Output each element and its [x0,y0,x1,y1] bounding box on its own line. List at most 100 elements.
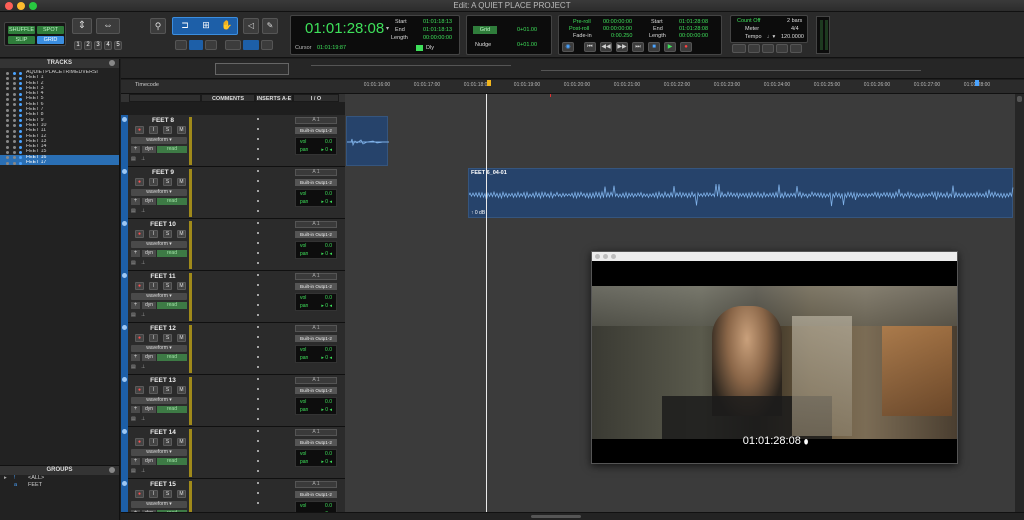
track-active-icon[interactable] [13,119,16,123]
insert-slot-d[interactable] [257,356,259,358]
insert-slot-e[interactable] [257,366,259,368]
automation-mode-selector[interactable]: read [157,198,187,205]
stop-button[interactable]: ■ [648,42,660,52]
sel-length-value[interactable]: 00:00:00:00 [423,35,452,41]
plus-icon[interactable]: + [131,354,140,361]
insert-slot-d[interactable] [257,408,259,410]
horizontal-scrollbar[interactable] [121,512,1024,520]
input-selector[interactable]: A 1 [295,221,337,228]
automation-mode-selector[interactable]: read [157,354,187,361]
groups-panel-menu-icon[interactable] [109,467,115,473]
automation-mode-selector[interactable]: read [157,146,187,153]
insert-slot-a[interactable] [257,222,259,224]
grabber-tool-button[interactable]: ✋ [218,20,236,32]
track-view-selector[interactable]: waveform ▾ [131,449,187,456]
tracks-panel-menu-icon[interactable] [109,60,115,66]
zoom-preset-1[interactable]: 1 [74,41,82,50]
track-active-icon[interactable] [13,92,16,96]
insert-slot-b[interactable] [257,440,259,442]
track-options-icon[interactable] [122,481,127,486]
plus-icon[interactable]: + [131,458,140,465]
input-monitor-button[interactable]: I [149,126,158,134]
volume-value[interactable]: 0.0 [325,399,332,405]
go-to-end-button[interactable]: ⏭ [632,42,644,52]
automation-mode-selector[interactable]: read [157,302,187,309]
plus-icon[interactable]: + [131,302,140,309]
video-window-titlebar[interactable] [592,252,957,261]
volume-pan-display[interactable]: vol 0.0 pan ▸ 0 ◂ [295,449,337,467]
mute-button[interactable]: M [177,126,186,134]
pan-value[interactable]: ▸ 0 ◂ [321,147,332,153]
track-visibility-icon[interactable] [6,113,9,117]
group-item-all[interactable]: ▸ ! <ALL> [0,475,119,482]
track-options-icon[interactable] [122,221,127,226]
track-active-icon[interactable] [13,161,16,165]
dyn-button[interactable]: dyn [142,406,156,413]
pan-value[interactable]: ▸ 0 ◂ [321,355,332,361]
track-view-selector[interactable]: waveform ▾ [131,241,187,248]
mute-button[interactable]: M [177,490,186,498]
rewind-button[interactable]: ◀◀ [600,42,612,52]
automation-mode-selector[interactable]: read [157,250,187,257]
mute-button[interactable]: M [177,178,186,186]
playlist-icon[interactable]: ▤ [131,312,136,318]
track-name[interactable]: FEET 13 [135,377,191,385]
grid-value[interactable]: 0+01.00 [517,27,537,33]
track-visibility-icon[interactable] [6,87,9,91]
track-header[interactable]: FEET 14 ● I S M waveform ▾ + dyn read ▤ … [121,427,345,479]
video-close-button[interactable] [595,254,600,259]
track-visibility-icon[interactable] [6,71,9,75]
insert-slot-c[interactable] [257,346,259,348]
insert-slot-e[interactable] [257,210,259,212]
mute-button[interactable]: M [177,230,186,238]
insert-slot-a[interactable] [257,378,259,380]
mute-button[interactable]: M [177,334,186,342]
transport-end-value[interactable]: 01:01:28:08 [679,26,708,32]
track-active-icon[interactable] [13,145,16,149]
record-enable-button[interactable]: ● [135,230,144,238]
edit-group-icon[interactable]: ⊥ [141,416,145,422]
universe-timeline[interactable] [121,59,1024,79]
counter-format-arrow[interactable]: ▾ [386,25,389,32]
pan-value[interactable]: ▸ 0 ◂ [321,303,332,309]
input-monitor-button[interactable]: I [149,438,158,446]
transport-length-value[interactable]: 00:00:00:00 [679,33,708,39]
comments-column-header[interactable]: COMMENTS [201,94,255,102]
insert-slot-b[interactable] [257,180,259,182]
plus-icon[interactable]: + [131,198,140,205]
track-visibility-icon[interactable] [6,161,9,165]
input-selector[interactable]: A 1 [295,377,337,384]
countoff-label[interactable]: Count Off [737,18,760,24]
video-minimize-button[interactable] [603,254,608,259]
insert-slot-e[interactable] [257,262,259,264]
pan-value[interactable]: ▸ 0 ◂ [321,407,332,413]
track-active-icon[interactable] [13,135,16,139]
postroll-value[interactable]: 00:00:00:00 [603,26,632,32]
volume-value[interactable]: 0.0 [325,347,332,353]
edit-group-icon[interactable]: ⊥ [141,260,145,266]
track-name[interactable]: FEET 15 [135,481,191,489]
mirror-midi-button[interactable] [243,40,259,50]
track-name[interactable]: FEET 14 [135,429,191,437]
fadein-label[interactable]: Fade-in [573,33,592,39]
output-selector[interactable]: Built-in Outp1-2 [295,231,337,238]
track-visibility-icon[interactable] [6,135,9,139]
solo-button[interactable]: S [163,282,172,290]
insert-slot-e[interactable] [257,418,259,420]
scrubber-tool-button[interactable]: ◁ [243,18,259,34]
timecode-ruler[interactable]: Timecode 01:01:16:00 01:01:17:00 01:01:18:… [121,80,1024,94]
insert-slot-c[interactable] [257,242,259,244]
insert-slot-a[interactable] [257,430,259,432]
transport-start-value[interactable]: 01:01:28:08 [679,19,708,25]
track-name[interactable]: FEET 11 [135,273,191,281]
clip-feet-9[interactable]: FEET 6_04-01 ↑ 0 dB [468,168,1014,218]
track-visibility-icon[interactable] [6,156,9,160]
track-visibility-icon[interactable] [6,129,9,133]
volume-pan-display[interactable]: vol 0.0 pan ▸ 0 ◂ [295,137,337,155]
track-name[interactable]: FEET 10 [135,221,191,229]
volume-value[interactable]: 0.0 [325,503,332,509]
link-track-button[interactable] [205,40,217,50]
zoom-horizontal-button[interactable]: ⇔ [96,18,120,34]
insert-slot-b[interactable] [257,232,259,234]
track-visibility-icon[interactable] [6,108,9,112]
